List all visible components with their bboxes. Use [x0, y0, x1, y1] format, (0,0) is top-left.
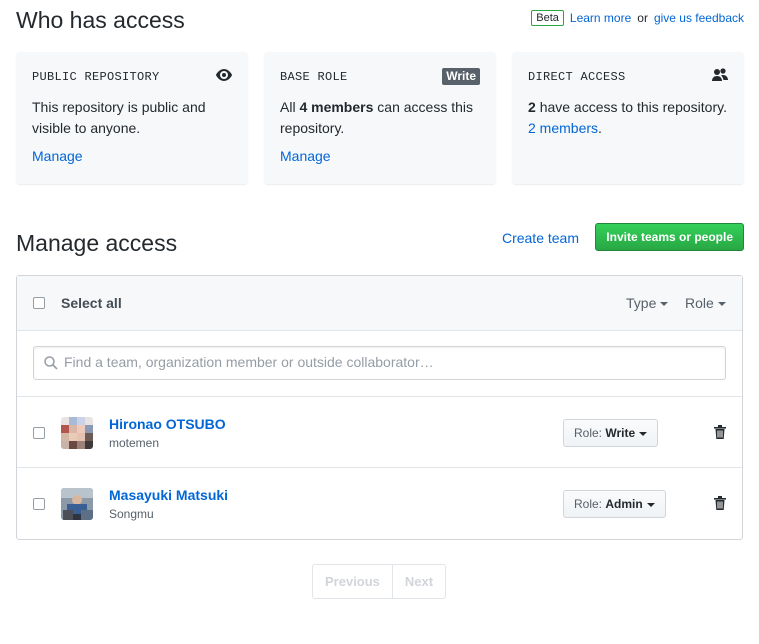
role-dropdown-button[interactable]: Role: Write — [563, 419, 659, 447]
page-title: Who has access — [16, 7, 185, 33]
search-box — [33, 346, 726, 380]
list-item: Masayuki Matsuki Songmu Role: Admin — [17, 468, 742, 539]
manage-base-role-link[interactable]: Manage — [280, 148, 331, 164]
access-cards: PUBLIC REPOSITORY This repository is pub… — [16, 52, 744, 184]
card-text: This repository is public and visible to… — [32, 99, 206, 136]
manage-visibility-link[interactable]: Manage — [32, 148, 83, 164]
card-text: All 4 members can access this repository… — [280, 97, 480, 139]
member-login: Songmu — [109, 507, 154, 521]
member-checkbox[interactable] — [33, 427, 45, 439]
card-title: PUBLIC REPOSITORY — [32, 70, 160, 84]
role-badge: Write — [442, 68, 480, 85]
member-name[interactable]: Hironao OTSUBO — [109, 416, 226, 432]
select-all-checkbox[interactable] — [33, 297, 45, 309]
list-item: Hironao OTSUBO motemen Role: Write — [17, 397, 742, 468]
member-login: motemen — [109, 436, 160, 450]
section-title: Manage access — [16, 230, 178, 256]
card-text: 2 have access to this repository. 2 memb… — [528, 97, 728, 139]
direct-count: 2 — [528, 99, 536, 115]
or-text: or — [637, 11, 648, 25]
people-icon — [712, 68, 728, 85]
beta-badge: Beta — [531, 10, 564, 26]
select-all-label[interactable]: Select all — [61, 295, 122, 311]
create-team-link[interactable]: Create team — [502, 229, 579, 247]
access-header: Who has access Beta Learn more or give u… — [16, 6, 744, 36]
member-checkbox[interactable] — [33, 498, 45, 510]
role-value: Write — [605, 426, 636, 440]
public-repository-card: PUBLIC REPOSITORY This repository is pub… — [16, 52, 248, 184]
card-title: DIRECT ACCESS — [528, 70, 626, 84]
chevron-down-icon — [717, 302, 726, 307]
role-value: Admin — [605, 497, 643, 511]
feedback-link[interactable]: give us feedback — [654, 11, 744, 25]
search-input[interactable] — [64, 354, 704, 370]
members-link[interactable]: 2 members — [528, 120, 598, 136]
role-filter[interactable]: Role — [685, 295, 726, 311]
eye-icon — [216, 68, 232, 84]
previous-button[interactable]: Previous — [313, 565, 392, 598]
text: have access to this repository. — [539, 99, 727, 115]
member-name[interactable]: Masayuki Matsuki — [109, 487, 228, 503]
manage-access-header: Manage access Create team Invite teams o… — [16, 222, 744, 258]
base-role-card: BASE ROLE Write All 4 members can access… — [264, 52, 496, 184]
search-row — [17, 331, 742, 397]
trash-icon[interactable] — [714, 496, 726, 513]
avatar — [61, 488, 93, 520]
header-links: Beta Learn more or give us feedback — [531, 10, 744, 26]
text-prefix: All — [280, 99, 296, 115]
chevron-down-icon — [660, 302, 669, 307]
type-filter-label: Type — [626, 295, 657, 311]
invite-button[interactable]: Invite teams or people — [595, 223, 744, 251]
role-dropdown-button[interactable]: Role: Admin — [563, 490, 666, 518]
next-button[interactable]: Next — [393, 565, 445, 598]
pagination: Previous Next — [312, 564, 447, 599]
chevron-down-icon — [639, 431, 648, 436]
direct-access-card: DIRECT ACCESS 2 have access to this repo… — [512, 52, 744, 184]
list-header: Select all Type Role — [17, 276, 742, 331]
role-label: Role: — [574, 497, 603, 511]
type-filter[interactable]: Type — [626, 295, 669, 311]
search-icon — [44, 356, 58, 373]
member-list: Select all Type Role Find a team, organi… — [16, 275, 743, 540]
learn-more-link[interactable]: Learn more — [570, 11, 631, 25]
trash-icon[interactable] — [714, 425, 726, 442]
member-count: 4 members — [299, 99, 374, 115]
role-label: Role: — [574, 426, 603, 440]
avatar — [61, 417, 93, 449]
chevron-down-icon — [646, 502, 655, 507]
role-filter-label: Role — [685, 295, 714, 311]
period: . — [598, 120, 602, 136]
